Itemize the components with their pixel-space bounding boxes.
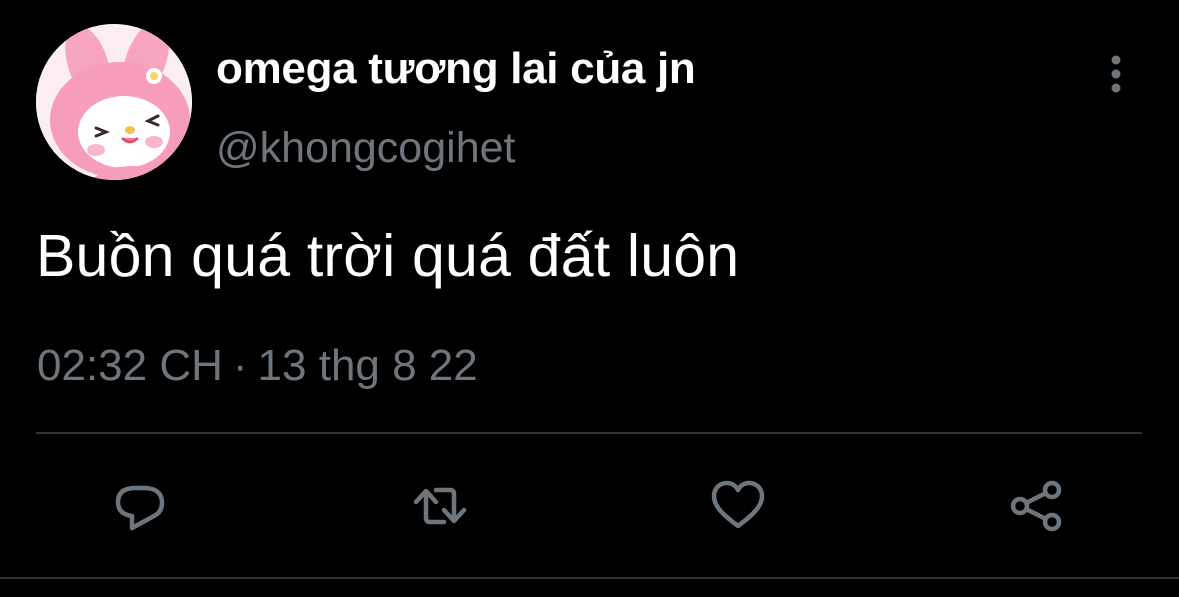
tweet-time: 02:32 CH xyxy=(37,341,223,390)
retweet-icon xyxy=(413,487,467,525)
share-button[interactable] xyxy=(1006,476,1066,536)
vertical-ellipsis-icon xyxy=(1111,55,1121,93)
bottom-divider xyxy=(0,577,1179,579)
tweet-timestamp[interactable]: 02:32 CH · 13 thg 8 22 xyxy=(37,341,478,391)
retweet-button[interactable] xyxy=(410,476,470,536)
user-handle[interactable]: @khongcogihet xyxy=(216,124,515,173)
reply-bubble-icon xyxy=(115,485,165,531)
like-button[interactable] xyxy=(708,476,768,536)
heart-icon xyxy=(711,480,765,529)
tweet-date: 13 thg 8 22 xyxy=(257,341,478,390)
share-icon xyxy=(1010,480,1062,532)
reply-button[interactable] xyxy=(110,476,170,536)
action-bar-divider xyxy=(36,432,1142,434)
timestamp-separator: · xyxy=(232,341,248,390)
more-options-button[interactable] xyxy=(1094,52,1138,96)
display-name[interactable]: omega tương lai của jn xyxy=(216,44,696,94)
my-melody-avatar-image xyxy=(36,24,192,180)
tweet-text: Buồn quá trời quá đất luôn xyxy=(36,223,740,289)
avatar[interactable] xyxy=(36,24,192,180)
